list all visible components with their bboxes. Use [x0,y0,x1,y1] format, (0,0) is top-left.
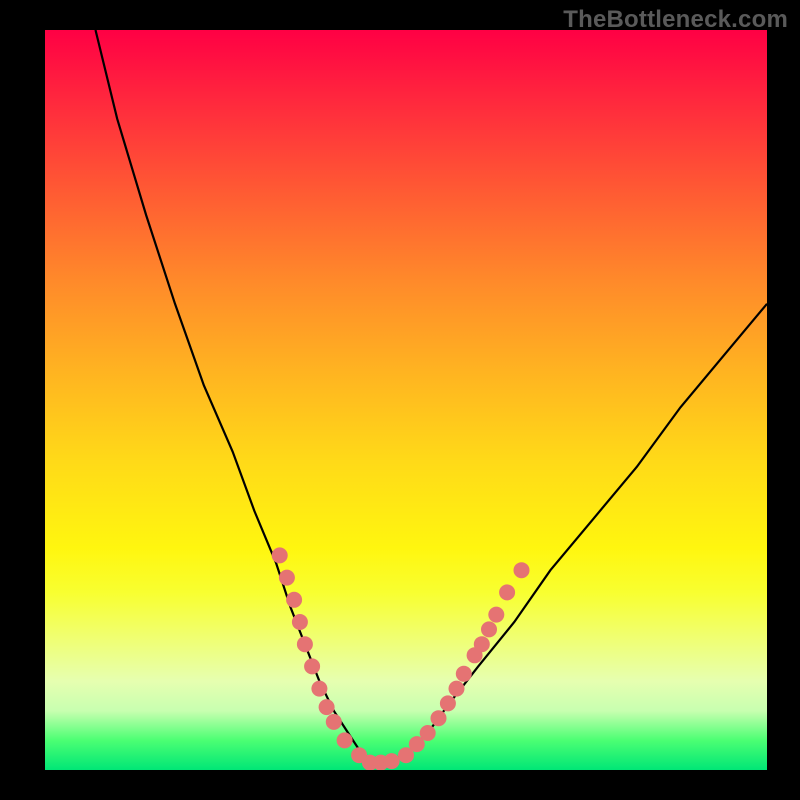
data-marker [488,607,504,623]
data-marker [297,636,313,652]
data-marker [311,681,327,697]
data-marker [449,681,465,697]
bottleneck-curve [96,30,768,763]
data-marker [292,614,308,630]
chart-frame: TheBottleneck.com [0,0,800,800]
watermark-text: TheBottleneck.com [563,6,788,34]
data-marker [420,725,436,741]
data-marker [431,710,447,726]
data-marker [514,562,530,578]
data-marker [272,547,288,563]
chart-svg [45,30,767,770]
data-marker [474,636,490,652]
data-marker [481,621,497,637]
data-marker [279,570,295,586]
data-marker [440,695,456,711]
data-marker [499,584,515,600]
data-marker [456,666,472,682]
data-marker [337,732,353,748]
data-marker [384,753,400,769]
data-marker [319,699,335,715]
data-marker [286,592,302,608]
gradient-plot-area [45,30,767,770]
markers-group [272,547,530,770]
data-marker [326,714,342,730]
curve-group [96,30,768,763]
data-marker [304,658,320,674]
